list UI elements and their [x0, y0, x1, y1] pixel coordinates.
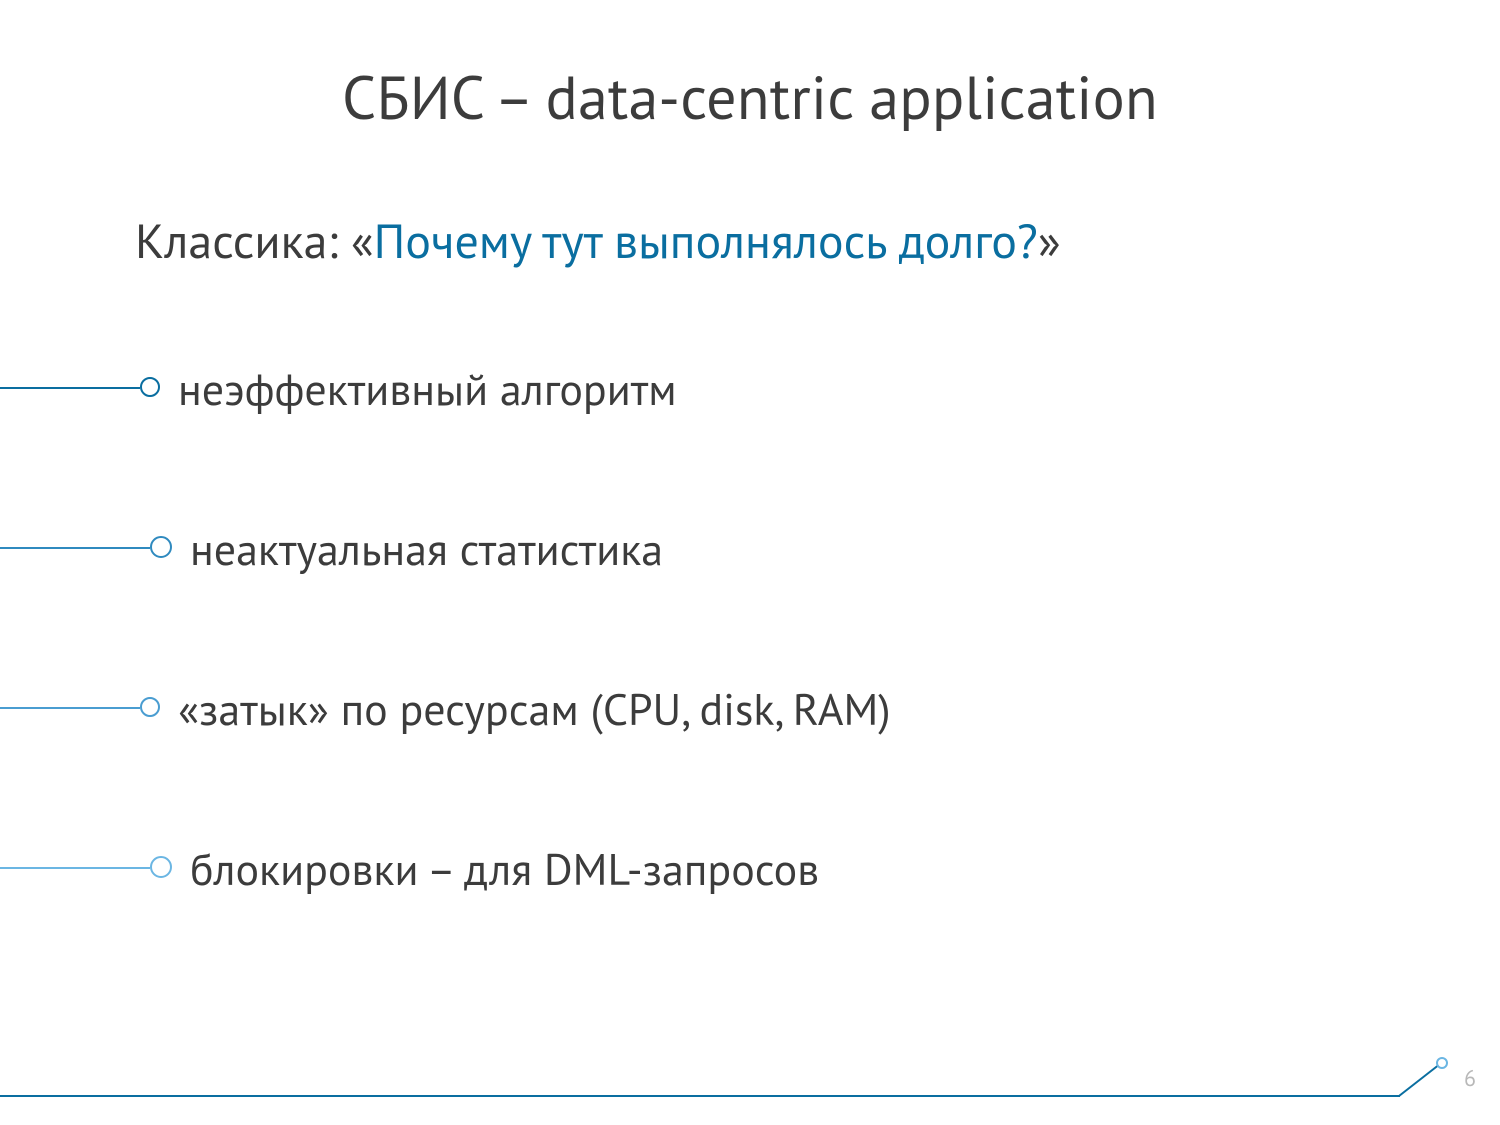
bullet-circle-icon [150, 856, 172, 878]
bullet-circle-icon [140, 377, 160, 397]
subtitle-suffix: » [1038, 210, 1061, 272]
bullet-connector-line [0, 867, 150, 869]
footer-circle-icon [1436, 1057, 1448, 1069]
bullet-circle-icon [140, 697, 160, 717]
bullet-text: «затык» по ресурсам (CPU, disk, RAM) [178, 681, 891, 738]
page-number: 6 [1464, 1065, 1476, 1093]
slide: СБИС – data-centric application Классика… [0, 0, 1500, 1125]
bullet-text: неэффективный алгоритм [178, 361, 677, 418]
subtitle-prefix: Классика: « [135, 210, 374, 272]
bullet-item: «затык» по ресурсам (CPU, disk, RAM) [0, 675, 1500, 835]
slide-subtitle: Классика: «Почему тут выполнялось долго?… [135, 210, 1061, 272]
bullet-connector-line [0, 387, 140, 389]
bullet-item: неактуальная статистика [0, 515, 1500, 675]
bullet-connector-line [0, 547, 150, 549]
slide-title: СБИС – data-centric application [0, 58, 1500, 136]
bullet-item: неэффективный алгоритм [0, 355, 1500, 515]
footer-divider-line [0, 1095, 1400, 1097]
subtitle-accent: Почему тут выполнялось долго? [374, 210, 1038, 272]
bullet-text: блокировки – для DML-запросов [190, 841, 819, 898]
bullet-connector-line [0, 707, 140, 709]
bullet-circle-icon [150, 536, 172, 558]
bullet-item: блокировки – для DML-запросов [0, 835, 1500, 995]
bullet-list: неэффективный алгоритм неактуальная стат… [0, 355, 1500, 995]
bullet-text: неактуальная статистика [190, 521, 663, 578]
footer-divider-diagonal [1398, 1063, 1440, 1097]
